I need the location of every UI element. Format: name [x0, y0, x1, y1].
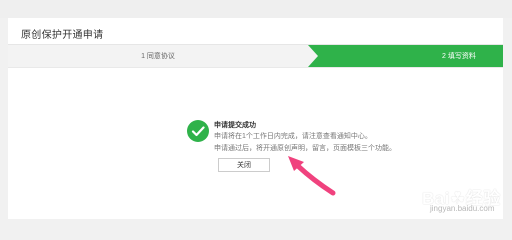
step-agree-label: 1 同意协议 — [141, 53, 175, 60]
step-progress: 1 同意协议 2 填写资料 — [8, 45, 503, 67]
success-message-line1: 申请将在1个工作日内完成，请注意查看通知中心。 — [214, 133, 372, 140]
baidu-watermark: Bai☘经验 jingyan.baidu.com — [400, 176, 512, 216]
steps-divider — [8, 67, 503, 68]
success-message-line2: 申请通过后，将开通原创声明，留言，页面模板三个功能。 — [214, 145, 396, 152]
close-button[interactable]: 关闭 — [218, 158, 270, 172]
check-circle-icon — [187, 120, 209, 142]
watermark-sub: jingyan.baidu.com — [430, 204, 495, 213]
top-background — [0, 0, 512, 18]
page-title: 原创保护开通申请 — [21, 30, 104, 41]
step-arrow-shape — [308, 45, 318, 67]
success-title: 申请提交成功 — [214, 122, 256, 129]
step-fill-info-label: 2 填写资料 — [442, 53, 476, 60]
step-agree: 1 同意协议 — [8, 45, 308, 67]
